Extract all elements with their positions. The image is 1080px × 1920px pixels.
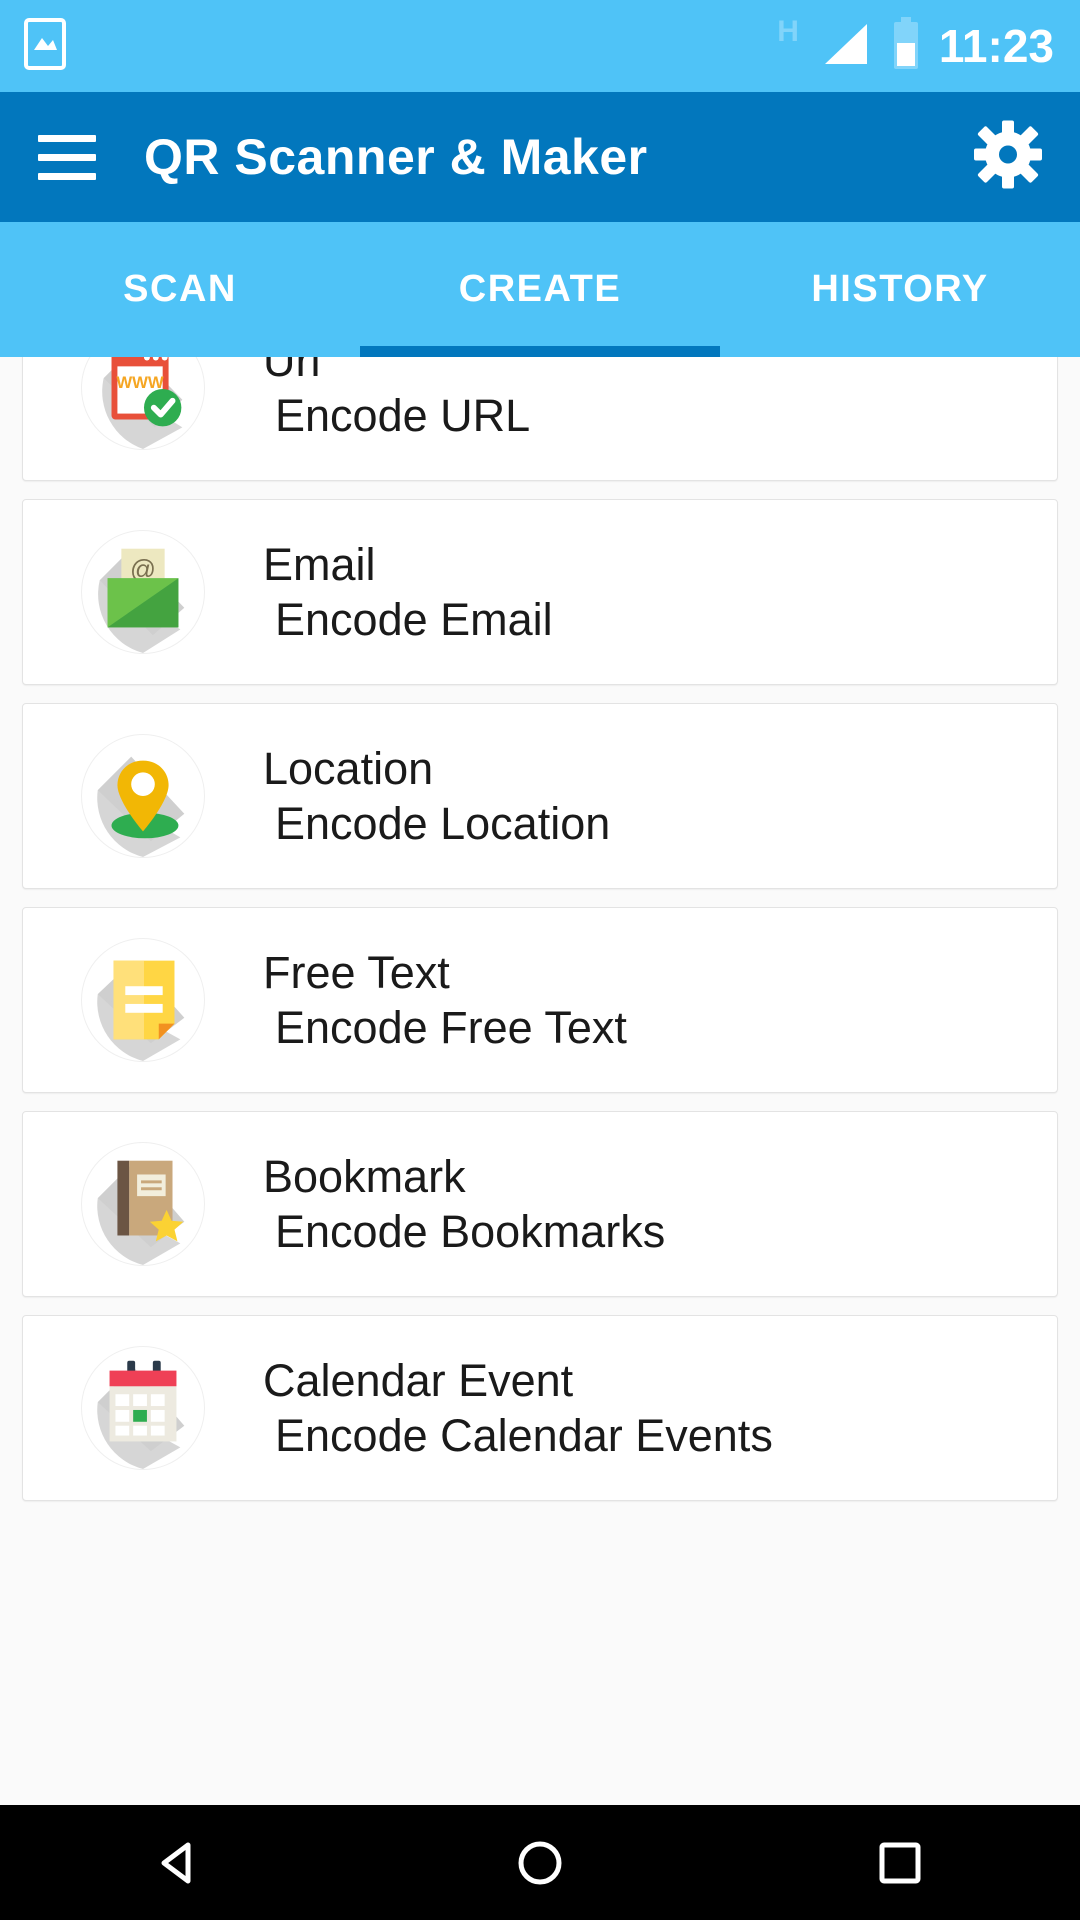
status-bar: H 11:23 xyxy=(0,0,1080,92)
list-item-text: Email Encode Email xyxy=(263,538,553,645)
back-triangle-icon[interactable] xyxy=(150,1833,210,1893)
status-bar-right: H 11:23 xyxy=(777,0,1054,92)
clock: 11:23 xyxy=(938,20,1054,72)
calendar-icon xyxy=(81,1346,205,1470)
list-item-location[interactable]: Location Encode Location xyxy=(22,703,1058,889)
recents-square-icon[interactable] xyxy=(870,1833,930,1893)
list-item-text: Location Encode Location xyxy=(263,742,611,849)
app-screen: H 11:23 QR Scanner & Maker SCAN CREATE H… xyxy=(0,0,1080,1920)
tab-selected-indicator xyxy=(359,346,720,357)
list-item-subtitle: Encode Bookmarks xyxy=(275,1206,666,1257)
list-item-free-text[interactable]: Free Text Encode Free Text xyxy=(22,907,1058,1093)
list-item-subtitle: Encode URL xyxy=(275,390,531,441)
home-circle-icon[interactable] xyxy=(510,1833,570,1893)
system-navigation-bar xyxy=(0,1805,1080,1920)
url-browser-icon: WWW xyxy=(81,357,205,450)
list-item-title: Location xyxy=(263,742,434,794)
list-item-title: Bookmark xyxy=(263,1150,466,1202)
svg-text:WWW: WWW xyxy=(116,373,164,392)
signal-icon xyxy=(817,18,873,75)
app-bar: QR Scanner & Maker xyxy=(0,92,1080,222)
list-item-text: Calendar Event Encode Calendar Events xyxy=(263,1354,773,1461)
status-bar-left xyxy=(24,17,66,75)
battery-icon xyxy=(891,16,921,76)
bookmark-book-icon xyxy=(81,1142,205,1266)
email-envelope-icon: @ xyxy=(81,530,205,654)
gear-icon[interactable] xyxy=(972,119,1044,196)
page-title: QR Scanner & Maker xyxy=(144,129,648,185)
hamburger-menu-icon[interactable] xyxy=(38,134,96,180)
location-pin-icon xyxy=(81,734,205,858)
tab-scan[interactable]: SCAN xyxy=(0,222,360,357)
tab-create[interactable]: CREATE xyxy=(360,222,720,357)
list-item-text: Free Text Encode Free Text xyxy=(263,946,627,1053)
list-item-text: Bookmark Encode Bookmarks xyxy=(263,1150,666,1257)
list-item-subtitle: Encode Calendar Events xyxy=(275,1410,773,1461)
list-item-url[interactable]: WWW Url Encode URL xyxy=(22,357,1058,481)
image-icon xyxy=(24,17,66,75)
list-item-subtitle: Encode Free Text xyxy=(275,1002,627,1053)
free-text-note-icon xyxy=(81,938,205,1062)
tab-history[interactable]: HISTORY xyxy=(720,222,1080,357)
list-item-bookmark[interactable]: Bookmark Encode Bookmarks xyxy=(22,1111,1058,1297)
list-item-title: Url xyxy=(263,357,321,386)
list-item-subtitle: Encode Location xyxy=(275,798,611,849)
create-type-list[interactable]: WWW Url Encode URL @ Email Encode Email … xyxy=(0,357,1080,1805)
list-item-title: Email xyxy=(263,538,376,590)
network-type-label: H xyxy=(777,15,799,48)
list-item-title: Calendar Event xyxy=(263,1354,574,1406)
list-item-calendar-event[interactable]: Calendar Event Encode Calendar Events xyxy=(22,1315,1058,1501)
list-item-title: Free Text xyxy=(263,946,450,998)
list-item-email[interactable]: @ Email Encode Email xyxy=(22,499,1058,685)
tab-bar: SCAN CREATE HISTORY xyxy=(0,222,1080,357)
list-item-text: Url Encode URL xyxy=(263,357,530,439)
list-item-subtitle: Encode Email xyxy=(275,594,553,645)
